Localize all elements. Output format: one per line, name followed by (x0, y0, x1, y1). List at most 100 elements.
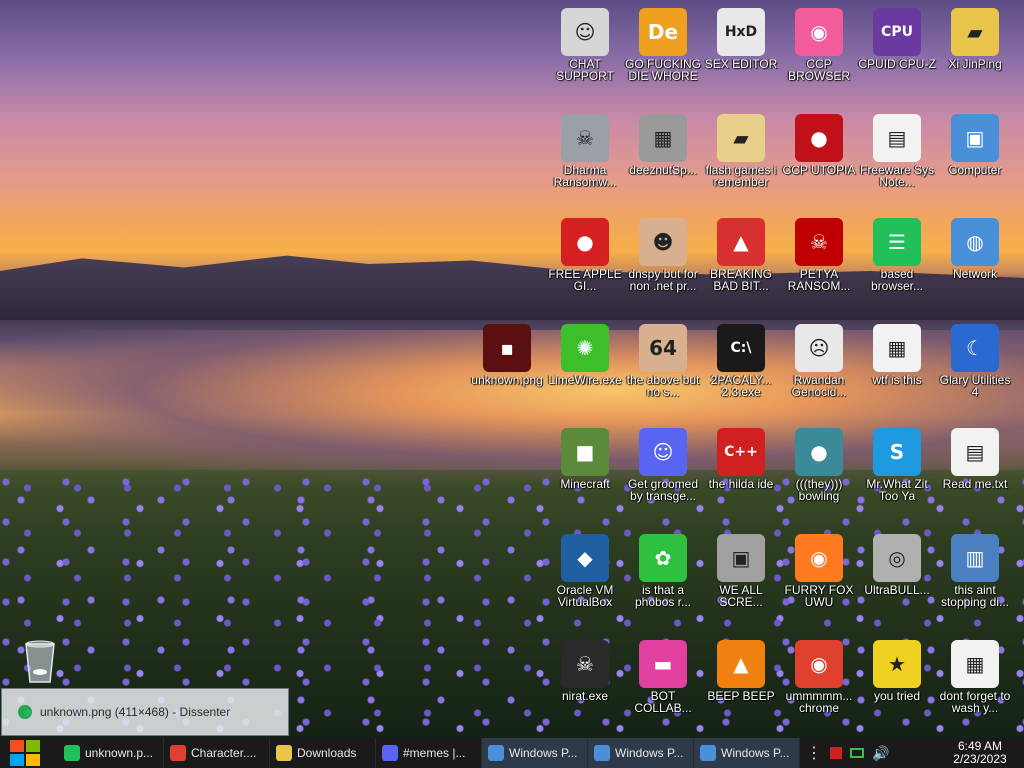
desktop-icon[interactable]: ▲ BREAKING BAD BIT... (702, 214, 780, 318)
calendar-doc-icon: ▦ (873, 324, 921, 372)
taskbar-task-label: unknown.p... (85, 746, 154, 760)
desktop-icon[interactable]: ▤ Read me.txt (936, 424, 1014, 528)
desktop-icon-label: FREE APPLE GI... (548, 267, 622, 293)
recycle-bin-icon[interactable] (18, 636, 62, 684)
desktop-icon[interactable]: ◆ Oracle VM VirtualBox (546, 530, 624, 634)
desktop-icon[interactable]: ☹ Rwandan Genocid... (780, 320, 858, 424)
desktop-icon[interactable]: ▦ deeznutSp... (624, 110, 702, 214)
desktop-icon[interactable]: De GO FUCKING DIE WHORE (624, 4, 702, 108)
taskbar-task-button[interactable]: Windows P... (482, 738, 588, 768)
star-icon: ★ (873, 640, 921, 688)
desktop-icon[interactable]: ◉ FURRY FOX UWU (780, 530, 858, 634)
apple-icon: ● (561, 218, 609, 266)
overflow-dots-icon[interactable]: ⋮ (806, 743, 822, 763)
desktop-icon[interactable]: ◍ Network (936, 214, 1014, 318)
volume-icon[interactable]: 🔊 (872, 745, 889, 762)
desktop-icon[interactable]: ☾ Glary Utilities 4 (936, 320, 1014, 424)
desktop-icon[interactable]: HxD SEX EDITOR (702, 4, 780, 108)
desktop-icon[interactable]: ☠ PETYA RANSOM... (780, 214, 858, 318)
taskbar-task-button[interactable]: Windows P... (588, 738, 694, 768)
desktop-icon-label: UltraBULL... (864, 583, 930, 597)
taskbar-task-label: #memes |... (403, 746, 466, 760)
desktop-icon-label: dont forget to wash y... (939, 689, 1011, 715)
desktop-icon[interactable]: 64 the above but no s... (624, 320, 702, 424)
flag-icon[interactable] (830, 747, 842, 759)
desktop-icon[interactable]: ★ you tried (858, 636, 936, 740)
desktop-icon-label: is that a phobos r... (634, 583, 692, 609)
desktop-icon-label: CCP UTOPIA (782, 163, 856, 177)
desktop-icon[interactable]: ☺ Get groomed by transge... (624, 424, 702, 528)
de-logo-icon: De (639, 8, 687, 56)
desktop-icon[interactable]: ◉ CCP BROWSER (780, 4, 858, 108)
desktop-icon-label: Xi JinPing (948, 57, 1002, 71)
desktop-icon-label: this aint stopping di... (940, 583, 1010, 609)
desktop-icon-label: Read me.txt (942, 477, 1008, 491)
taskbar-task-button[interactable]: Downloads (270, 738, 376, 768)
desktop-icon-label: Dharma Ransomw... (553, 163, 617, 189)
desktop-icon[interactable]: ✺ LimeWire.exe (546, 320, 624, 424)
firefox-icon: ◉ (795, 534, 843, 582)
network-tray-icon[interactable] (850, 748, 864, 758)
virtualbox-icon: ◆ (561, 534, 609, 582)
desktop-icon[interactable]: C++ the hilda ide (702, 424, 780, 528)
desktop-icon[interactable]: ● (((they))) bowling (780, 424, 858, 528)
desktop-icon-label: Minecraft (560, 477, 610, 491)
desktop-icon[interactable]: S Mr.What Zit Too Ya (858, 424, 936, 528)
folder-icon (276, 745, 292, 761)
taskbar-task-button[interactable]: Windows P... (694, 738, 800, 768)
window-preview-tooltip[interactable]: unknown.png (411×468) - Dissenter (1, 688, 289, 736)
calendar-doc-icon: ▦ (951, 640, 999, 688)
desktop-icon[interactable]: ▥ this aint stopping di... (936, 530, 1014, 634)
desktop-icon[interactable]: ☻ dnspy but for non .net pr... (624, 214, 702, 318)
desktop-icon[interactable]: ☰ based browser... (858, 214, 936, 318)
desktop-icon[interactable]: ▰ Xi JinPing (936, 4, 1014, 108)
desktop-icon[interactable]: ▣ Computer (936, 110, 1014, 214)
taskbar-task-button[interactable]: #memes |... (376, 738, 482, 768)
desktop-icon[interactable]: ◎ UltraBULL... (858, 530, 936, 634)
start-button[interactable] (0, 738, 50, 768)
taskbar-task-button[interactable]: Character.... (164, 738, 270, 768)
taskbar-task-button[interactable]: unknown.p... (58, 738, 164, 768)
network-icon: ◍ (951, 218, 999, 266)
desktop-icon-label: CHAT SUPPORT (556, 57, 614, 83)
hxd-icon: HxD (717, 8, 765, 56)
desktop-icon[interactable]: ▣ WE ALL SCRE... (702, 530, 780, 634)
chrome-icon: ◉ (795, 640, 843, 688)
chrome-icon (170, 745, 186, 761)
desktop-icon[interactable]: ☠ nirat.exe (546, 636, 624, 740)
taskbar-task-label: Windows P... (509, 746, 578, 760)
desktop-icon[interactable]: ▰ flash games i remember (702, 110, 780, 214)
desktop-icon-label: BOT COLLAB... (634, 689, 692, 715)
desktop-icon[interactable]: ✿ is that a phobos r... (624, 530, 702, 634)
desktop-icon[interactable]: ◉ ummmmm... chrome (780, 636, 858, 740)
portrait-64-icon: 64 (639, 324, 687, 372)
chat-icon: ☰ (873, 218, 921, 266)
desktop-icon[interactable]: ▲ BEEP BEEP (702, 636, 780, 740)
system-clock[interactable]: 6:49 AM 2/23/2023 (936, 740, 1024, 766)
scanner-icon: ▥ (951, 534, 999, 582)
desktop-icon[interactable]: ▦ wtf is this (858, 320, 936, 424)
desktop-icon[interactable]: ☺ CHAT SUPPORT (546, 4, 624, 108)
desktop-icon-label: CPUID CPU-Z (858, 57, 936, 71)
desktop-icon[interactable]: ● FREE APPLE GI... (546, 214, 624, 318)
desktop-icon[interactable]: ● CCP UTOPIA (780, 110, 858, 214)
desktop-icon-label: 2PACALY... 2.3.exe (710, 373, 772, 399)
desktop-icon[interactable]: ▦ dont forget to wash y... (936, 636, 1014, 740)
desktop-icon[interactable]: CPU CPUID CPU-Z (858, 4, 936, 108)
stack-icon: ▦ (639, 114, 687, 162)
windows-logo-icon (10, 740, 40, 766)
desktop-icon[interactable]: ▪ unknown.png (468, 320, 546, 424)
desktop-icon-label: flash games i remember (705, 163, 777, 189)
desktop-icon[interactable]: ☠ Dharma Ransomw... (546, 110, 624, 214)
desktop-icon-label: LimeWire.exe (548, 373, 622, 387)
desktop-icon-label: wtf is this (872, 373, 922, 387)
desktop-icon[interactable]: ▬ BOT COLLAB... (624, 636, 702, 740)
discord-icon (382, 745, 398, 761)
system-tray: ⋮ 🔊 (806, 743, 889, 763)
skype-icon: S (873, 428, 921, 476)
desktop-icon[interactable]: ■ Minecraft (546, 424, 624, 528)
desktop-icon[interactable]: C:\ 2PACALY... 2.3.exe (702, 320, 780, 424)
desktop-icon[interactable]: ▤ Freeware Sys Note... (858, 110, 936, 214)
desktop-icon-label: unknown.png (471, 373, 543, 387)
icq-icon: ✿ (639, 534, 687, 582)
